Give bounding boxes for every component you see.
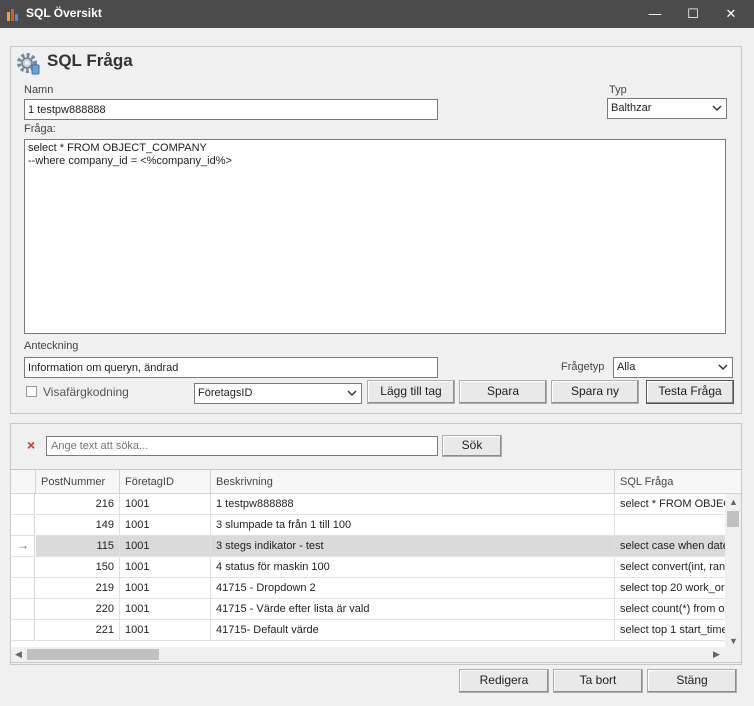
- table-row[interactable]: 149 1001 3 slumpade ta från 1 till 100: [11, 515, 727, 536]
- table-row[interactable]: 220 1001 41715 - Värde efter lista är vald…: [11, 599, 727, 620]
- row-header[interactable]: [11, 557, 35, 578]
- cell-foretagid: 1001: [120, 620, 211, 641]
- query-type-value: Alla: [617, 361, 636, 373]
- name-label: Namn: [24, 84, 54, 96]
- row-header-corner: [11, 470, 36, 494]
- row-header[interactable]: [11, 620, 35, 641]
- row-header[interactable]: [11, 599, 35, 620]
- cell-foretagid: 1001: [120, 599, 211, 620]
- horizontal-scroll-thumb[interactable]: [27, 649, 159, 660]
- close-window-button[interactable]: ✕: [708, 0, 754, 28]
- column-header-beskrivning[interactable]: Beskrivning: [211, 470, 615, 494]
- save-button[interactable]: Spara: [459, 380, 547, 404]
- type-select[interactable]: Balthzar: [607, 98, 727, 119]
- cell-postnummer: 149: [36, 515, 120, 536]
- cell-sql: select top 20 work_order: [615, 578, 727, 599]
- cell-postnummer: 115: [36, 536, 120, 557]
- cell-beskrivning: 41715 - Värde efter lista är vald: [211, 599, 615, 620]
- table-row[interactable]: → 115 1001 3 stegs indikator - test select c…: [11, 536, 727, 557]
- table-row[interactable]: 221 1001 41715- Default värde select top 1 …: [11, 620, 727, 641]
- cell-sql: select convert(int, rand(): [615, 557, 727, 578]
- name-input[interactable]: 1 testpw888888: [24, 99, 438, 120]
- close-button[interactable]: Stäng: [647, 669, 737, 693]
- cell-beskrivning: 41715- Default värde: [211, 620, 615, 641]
- cell-sql: [615, 515, 727, 536]
- gear-icon: [17, 53, 40, 75]
- cell-beskrivning: 3 stegs indikator - test: [211, 536, 615, 557]
- vertical-scrollbar[interactable]: ▲ ▼: [725, 494, 741, 649]
- query-grid: PostNummer FöretagID Beskrivning SQL Frå…: [10, 469, 742, 663]
- current-row-arrow-icon: →: [17, 538, 29, 552]
- delete-button[interactable]: Ta bort: [553, 669, 643, 693]
- query-type-label: Frågetyp: [561, 361, 605, 373]
- chevron-down-icon: [718, 364, 728, 371]
- cell-postnummer: 221: [36, 620, 120, 641]
- app-icon: [7, 9, 18, 21]
- search-button[interactable]: Sök: [442, 435, 502, 457]
- row-header[interactable]: [11, 515, 35, 536]
- cell-beskrivning: 4 status för maskin 100: [211, 557, 615, 578]
- cell-postnummer: 219: [36, 578, 120, 599]
- query-line: select * FROM OBJECT_COMPANY: [28, 142, 207, 154]
- cell-beskrivning: 3 slumpade ta från 1 till 100: [211, 515, 615, 536]
- table-row[interactable]: 150 1001 4 status för maskin 100 select con…: [11, 557, 727, 578]
- scroll-up-icon[interactable]: ▲: [729, 497, 738, 507]
- row-header[interactable]: [11, 494, 35, 515]
- cell-foretagid: 1001: [120, 557, 211, 578]
- table-row[interactable]: 21610011 testpw888888select * FROM OBJEC…: [11, 494, 727, 515]
- cell-postnummer: 220: [36, 599, 120, 620]
- cell-postnummer: 150: [36, 557, 120, 578]
- window-title: SQL Översikt: [26, 6, 102, 20]
- type-select-value: Balthzar: [611, 102, 652, 114]
- cell-foretagid: 1001: [120, 536, 211, 557]
- tag-select[interactable]: FöretagsID: [194, 383, 362, 404]
- clear-search-icon[interactable]: ×: [27, 437, 35, 453]
- scroll-left-icon[interactable]: ◀: [15, 649, 22, 660]
- type-label: Typ: [609, 84, 627, 96]
- horizontal-scrollbar[interactable]: ◀ ▶: [11, 647, 741, 662]
- form-header: SQL Fråga: [10, 46, 742, 78]
- query-editor[interactable]: select * FROM OBJECT_COMPANY --where com…: [24, 139, 726, 334]
- cell-sql: select case when datediff: [615, 536, 727, 557]
- save-new-button[interactable]: Spara ny: [551, 380, 639, 404]
- column-header-postnummer[interactable]: PostNummer: [36, 470, 120, 494]
- cell-foretagid: 1001: [120, 515, 211, 536]
- cell-foretagid: 1001: [120, 578, 211, 599]
- chevron-down-icon: [712, 105, 722, 112]
- cell-foretagid: 1001: [120, 494, 211, 515]
- query-type-select[interactable]: Alla: [613, 357, 733, 378]
- column-header-foretagid[interactable]: FöretagID: [120, 470, 211, 494]
- cell-sql: select count(*) from obje: [615, 599, 727, 620]
- search-input[interactable]: [46, 436, 438, 456]
- form-title: SQL Fråga: [47, 51, 133, 70]
- edit-button[interactable]: Redigera: [459, 669, 549, 693]
- vertical-scroll-thumb[interactable]: [727, 511, 739, 527]
- scroll-right-icon[interactable]: ▶: [713, 649, 720, 660]
- tag-select-value: FöretagsID: [198, 387, 253, 399]
- cell-sql: select top 1 start_time: [615, 620, 727, 641]
- query-label: Fråga:: [24, 123, 56, 135]
- cell-sql: select * FROM OBJECT_COMPANY: [615, 494, 727, 515]
- cell-beskrivning: 1 testpw888888: [211, 494, 615, 515]
- scroll-down-icon[interactable]: ▼: [729, 636, 738, 646]
- row-header[interactable]: →: [11, 536, 35, 557]
- color-coding-label: Visafärgkodning: [43, 385, 129, 399]
- cell-postnummer: 216: [36, 494, 120, 515]
- add-tag-button[interactable]: Lägg till tag: [367, 380, 455, 404]
- color-coding-checkbox[interactable]: [26, 386, 37, 397]
- column-header-sql[interactable]: SQL Fråga: [615, 470, 741, 494]
- cell-beskrivning: 41715 - Dropdown 2: [211, 578, 615, 599]
- note-input[interactable]: Information om queryn, ändrad: [24, 357, 438, 378]
- test-query-button[interactable]: Testa Fråga: [646, 380, 734, 404]
- row-header[interactable]: [11, 578, 35, 599]
- chevron-down-icon: [347, 390, 357, 397]
- query-line: --where company_id = <%company_id%>: [28, 155, 232, 167]
- note-label: Anteckning: [24, 340, 79, 352]
- table-row[interactable]: 219 1001 41715 - Dropdown 2 select top 20 w…: [11, 578, 727, 599]
- title-bar: SQL Översikt — ☐ ✕: [0, 0, 754, 28]
